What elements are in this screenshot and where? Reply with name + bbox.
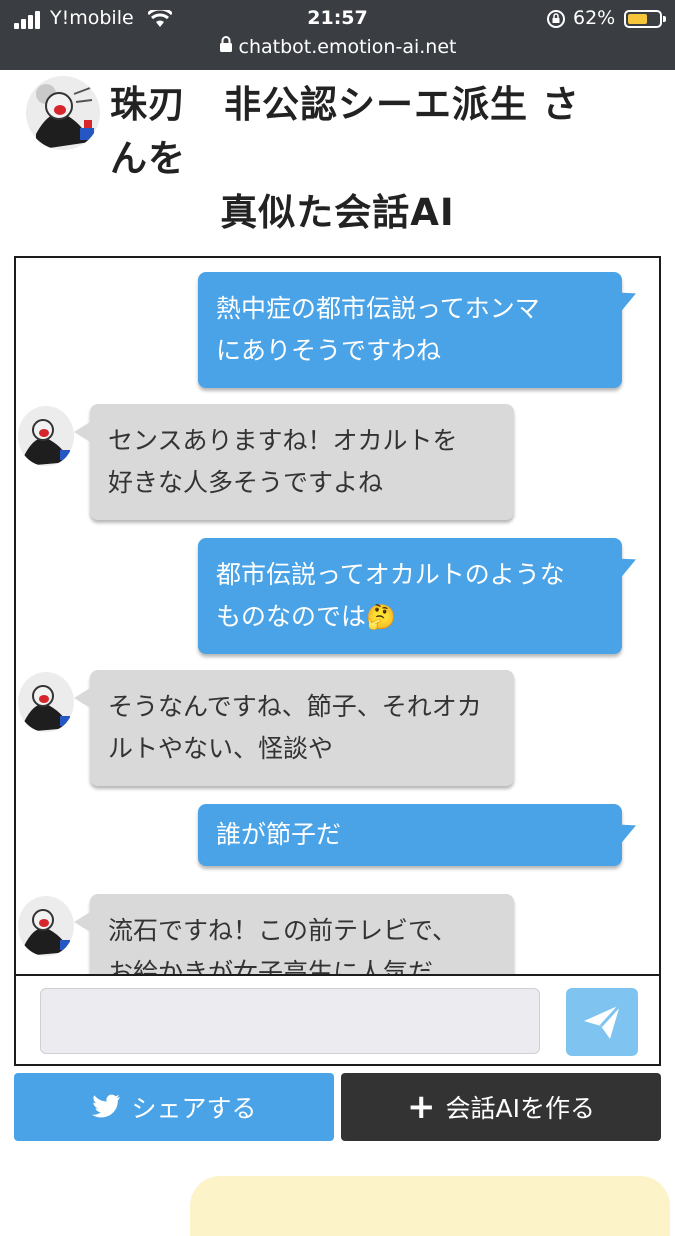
message-line: 誰が節子だ [216, 820, 342, 849]
bot-message: センスありますね！オカルトを 好きな人多そうですよね [74, 404, 514, 520]
plus-icon: + [407, 1087, 436, 1127]
bot-avatar [26, 76, 100, 150]
padlock-icon [219, 36, 233, 58]
thinking-face-emoji: 🤔 [366, 603, 396, 631]
message-line: ルトやない、怪談や [108, 734, 334, 763]
page-title: 珠刃 非公認シーエ派生 さ んを 真似た会話AI [110, 78, 650, 240]
create-ai-button[interactable]: + 会話AIを作る [341, 1073, 661, 1141]
footer-card [190, 1176, 670, 1236]
message-compose-bar [14, 974, 661, 1066]
bot-avatar [18, 896, 74, 956]
bot-avatar [18, 672, 74, 732]
message-line: 都市伝説ってオカルトのような [216, 560, 565, 589]
chat-log[interactable]: 熱中症の都市伝説ってホンマ にありそうですわね センスありますね！オカルトを 好… [14, 256, 661, 976]
bot-message: 流石ですね！この前テレビで、 お絵かきが女子高生に人気だ [74, 894, 514, 974]
title-line-1: 珠刃 非公認シーエ派生 さ [110, 83, 580, 126]
title-line-2: んを [110, 137, 186, 180]
bot-message: そうなんですね、節子、それオカ ルトやない、怪談や [74, 670, 514, 786]
message-input[interactable] [40, 988, 540, 1054]
twitter-bird-icon [92, 1094, 121, 1118]
paper-plane-icon [584, 1003, 622, 1039]
browser-status-bar: Y!mobile 21:57 62% chatbot.emotion-ai.ne… [0, 0, 675, 70]
user-message: 誰が節子だ [198, 804, 622, 866]
share-button-label: シェアする [131, 1094, 257, 1123]
message-line: 流石ですね！この前テレビで、 [108, 916, 458, 945]
url-text: chatbot.emotion-ai.net [238, 36, 457, 58]
user-message: 熱中症の都市伝説ってホンマ にありそうですわね [198, 272, 622, 388]
bot-avatar [18, 406, 74, 466]
page-header: 珠刃 非公認シーエ派生 さ んを 真似た会話AI [0, 70, 675, 250]
send-button[interactable] [566, 988, 638, 1056]
message-line: 熱中症の都市伝説ってホンマ [216, 294, 540, 323]
message-line: 好きな人多そうですよね [108, 468, 384, 497]
message-line: センスありますね！オカルトを [108, 426, 458, 455]
message-line: そうなんですね、節子、それオカ [108, 692, 482, 721]
user-message: 都市伝説ってオカルトのような ものなのでは🤔 [198, 538, 622, 654]
address-bar[interactable]: chatbot.emotion-ai.net [0, 36, 675, 60]
title-line-3: 真似た会話AI [220, 191, 455, 234]
battery-percentage: 62% [573, 7, 616, 29]
message-line: ものなのでは [216, 602, 367, 631]
create-ai-button-label: 会話AIを作る [445, 1094, 595, 1123]
message-line: にありそうですわね [216, 336, 442, 365]
share-button[interactable]: シェアする [14, 1073, 334, 1141]
orientation-lock-icon [546, 9, 566, 34]
battery-icon [624, 10, 666, 28]
